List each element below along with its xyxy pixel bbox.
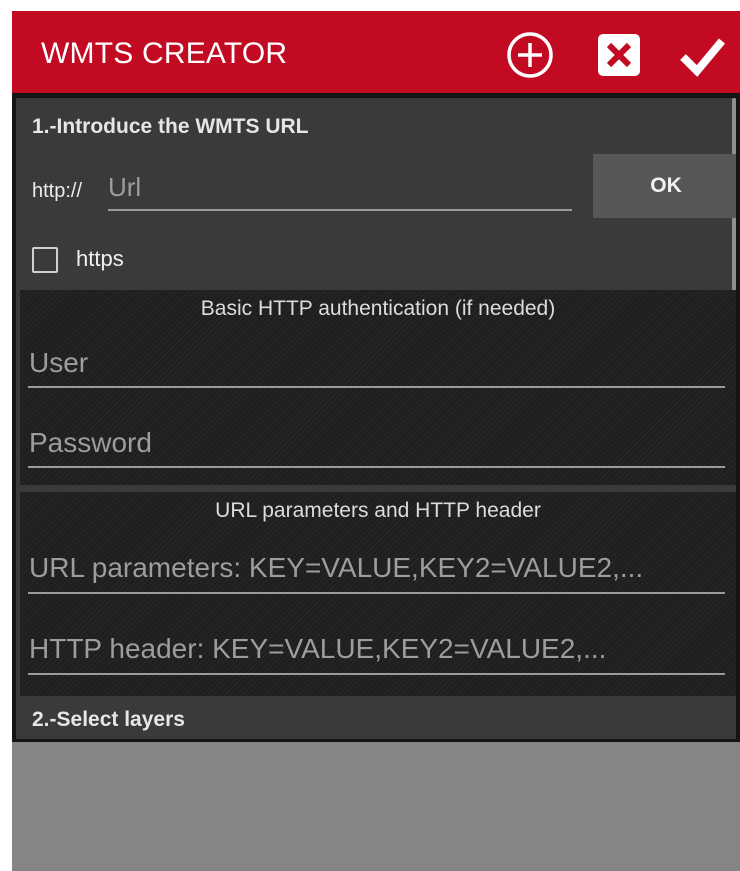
step1-title: 1.-Introduce the WMTS URL bbox=[32, 115, 309, 138]
url-input-underline bbox=[108, 209, 572, 211]
https-checkbox-label: https bbox=[76, 246, 124, 271]
url-params-section: URL parameters and HTTP header bbox=[20, 492, 736, 696]
http-header-underline bbox=[28, 673, 725, 675]
password-input-underline bbox=[28, 466, 725, 468]
http-header-input[interactable] bbox=[29, 628, 725, 670]
user-input-underline bbox=[28, 386, 725, 388]
url-parameters-input[interactable] bbox=[29, 547, 725, 589]
form-panel: 1.-Introduce the WMTS URL http:// OK htt… bbox=[12, 93, 740, 742]
url-input[interactable] bbox=[108, 166, 574, 208]
url-parameters-underline bbox=[28, 592, 725, 594]
app-bar: WMTS CREATOR bbox=[12, 11, 740, 93]
step2-title[interactable]: 2.-Select layers bbox=[32, 708, 185, 732]
app-title: WMTS CREATOR bbox=[41, 37, 288, 70]
user-input[interactable] bbox=[29, 342, 725, 384]
empty-area bbox=[12, 742, 740, 871]
screen: WMTS CREATOR 1.-Introduce the WMTS URL h… bbox=[12, 11, 740, 871]
close-box-icon[interactable] bbox=[595, 31, 643, 79]
form-scroll-area[interactable]: 1.-Introduce the WMTS URL http:// OK htt… bbox=[16, 98, 736, 739]
ok-button[interactable]: OK bbox=[593, 154, 736, 218]
password-input[interactable] bbox=[29, 422, 725, 464]
auth-section-title: Basic HTTP authentication (if needed) bbox=[200, 297, 556, 320]
https-checkbox[interactable] bbox=[32, 247, 58, 273]
checkmark-icon[interactable] bbox=[678, 31, 726, 79]
url-params-section-title: URL parameters and HTTP header bbox=[215, 499, 541, 522]
auth-section: Basic HTTP authentication (if needed) bbox=[20, 290, 736, 485]
url-prefix-label: http:// bbox=[32, 180, 83, 202]
add-circle-icon[interactable] bbox=[506, 31, 554, 79]
